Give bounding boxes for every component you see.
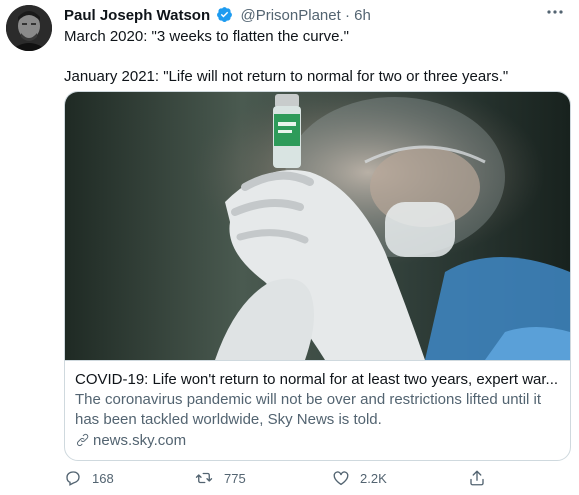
reply-icon (66, 471, 80, 486)
reply-count: 168 (92, 470, 114, 486)
author-name[interactable]: Paul Joseph Watson (64, 7, 210, 24)
retweet-count: 775 (224, 470, 246, 486)
author-handle[interactable]: @PrisonPlanet (240, 7, 340, 24)
separator-dot: · (344, 7, 350, 24)
tweet-actions: 168 775 2.2K (64, 468, 574, 490)
timestamp[interactable]: 6h (354, 7, 371, 24)
card-image[interactable] (65, 92, 570, 360)
tweet-line-2: January 2021: "Life will not return to n… (64, 68, 509, 85)
tweet[interactable]: Paul Joseph Watson @PrisonPlanet · 6h Ma… (0, 0, 579, 495)
avatar-image (6, 5, 52, 51)
tweet-header: Paul Joseph Watson @PrisonPlanet · 6h (64, 6, 569, 26)
retweet-icon (195, 472, 213, 484)
like-count: 2.2K (360, 470, 387, 486)
share-icon (470, 470, 484, 486)
share-button[interactable] (468, 468, 496, 488)
card-body[interactable]: COVID-19: Life won't return to normal fo… (65, 360, 570, 460)
verified-icon (217, 7, 233, 22)
link-icon (76, 433, 89, 447)
tweet-line-1: March 2020: "3 weeks to flatten the curv… (64, 28, 349, 45)
card-domain-text: news.sky.com (93, 432, 187, 449)
like-icon (333, 471, 349, 486)
reply-button[interactable]: 168 (64, 468, 114, 488)
like-button[interactable]: 2.2K (332, 468, 387, 488)
card-title[interactable]: COVID-19: Life won't return to normal fo… (75, 370, 560, 390)
more-icon[interactable] (543, 2, 567, 22)
card-description: The coronavirus pandemic will not be ove… (75, 391, 542, 428)
avatar[interactable] (6, 5, 52, 51)
link-card[interactable]: COVID-19: Life won't return to normal fo… (64, 91, 571, 461)
retweet-button[interactable]: 775 (194, 468, 246, 488)
card-domain[interactable]: news.sky.com (75, 431, 560, 451)
tweet-text: March 2020: "3 weeks to flatten the curv… (64, 27, 564, 87)
